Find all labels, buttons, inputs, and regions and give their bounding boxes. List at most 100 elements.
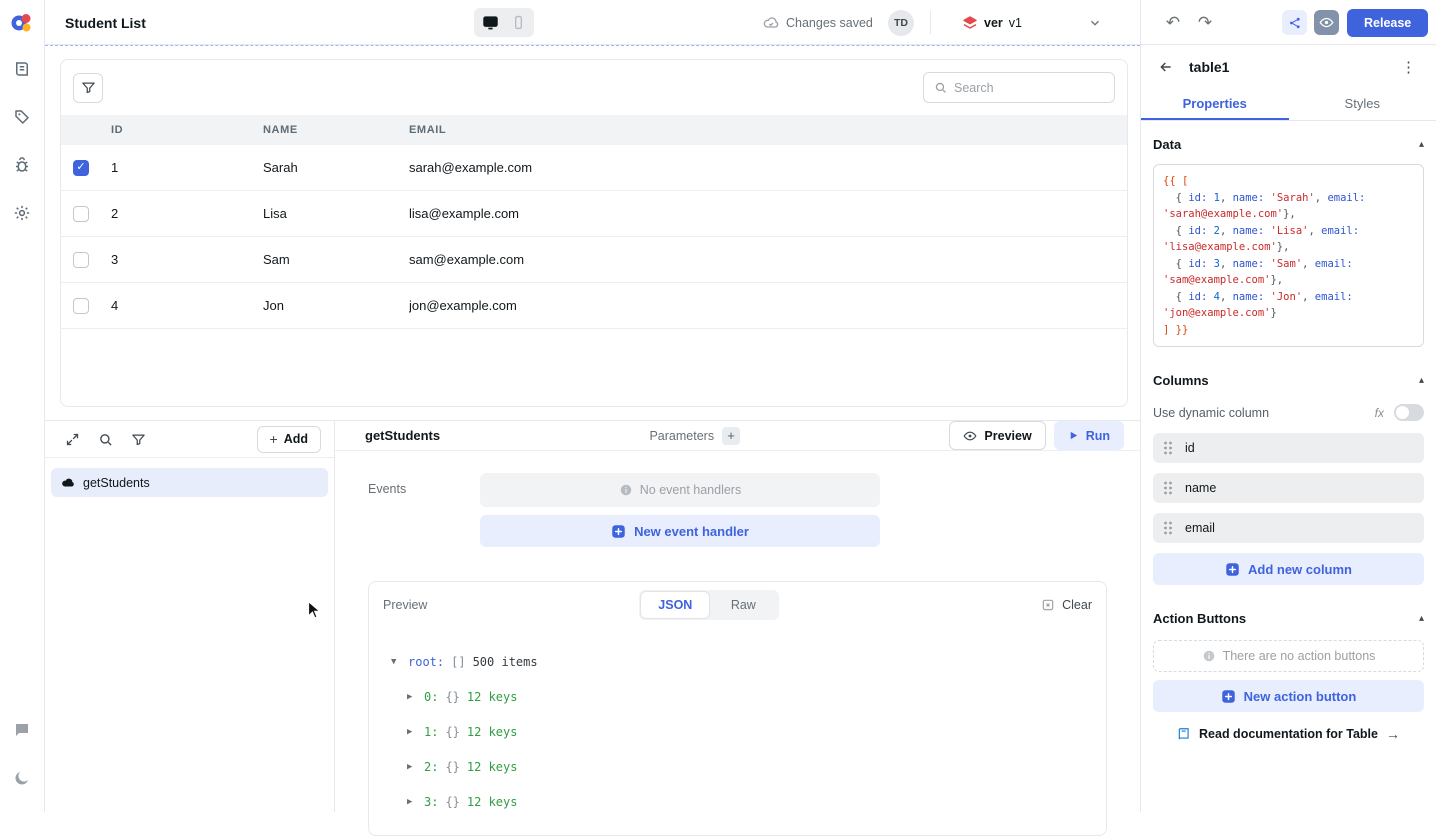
cell-id: 1 <box>111 160 263 175</box>
cell-name: Sam <box>263 252 409 267</box>
desktop-icon[interactable] <box>480 13 500 33</box>
column-item[interactable]: name <box>1153 473 1424 503</box>
version-selector[interactable]: ver v1 <box>962 0 1022 45</box>
data-section-header[interactable]: Data ▴ <box>1153 137 1424 152</box>
back-arrow-icon[interactable] <box>1155 56 1177 78</box>
table-widget[interactable]: ID NAME EMAIL ✓1Sarahsarah@example.com2L… <box>60 59 1128 407</box>
json-tree-node[interactable]: ▶2:{}12 keys <box>391 749 1084 784</box>
code-line: 'jon@example.com'} <box>1163 305 1414 322</box>
undo-icon[interactable]: ↶ <box>1160 0 1186 45</box>
code-token: name: <box>1233 225 1265 237</box>
share-button[interactable] <box>1282 10 1307 35</box>
debugger-bug-icon[interactable] <box>0 141 45 189</box>
column-item[interactable]: email <box>1153 513 1424 543</box>
table-body: ✓1Sarahsarah@example.com2Lisalisa@exampl… <box>61 145 1127 329</box>
query-search-icon[interactable] <box>98 432 113 447</box>
canvas-mode-toggle[interactable] <box>474 8 534 37</box>
json-tree-node[interactable]: ▶3:{}12 keys <box>391 784 1084 819</box>
cell-id: 4 <box>111 298 263 313</box>
column-header-email[interactable]: EMAIL <box>409 124 1115 136</box>
query-editor-header: getStudents Parameters + Preview Run <box>335 421 1140 451</box>
json-tree-node[interactable]: ▶1:{}12 keys <box>391 714 1084 749</box>
table-row[interactable]: 2Lisalisa@example.com <box>61 191 1127 237</box>
user-avatar[interactable]: TD <box>888 10 914 36</box>
code-line: { id: 2, name: 'Lisa', email: <box>1163 223 1414 240</box>
drag-handle-icon[interactable] <box>1163 441 1173 455</box>
json-tree-node[interactable]: ▶0:{}12 keys <box>391 679 1084 714</box>
tree-node-meta: 12 keys <box>467 795 518 809</box>
tab-styles[interactable]: Styles <box>1289 88 1436 120</box>
code-token: { <box>1163 291 1188 303</box>
row-checkbox[interactable] <box>73 206 89 222</box>
code-token: { <box>1163 258 1188 270</box>
pages-icon[interactable] <box>0 45 45 93</box>
add-new-column-button[interactable]: Add new column <box>1153 553 1424 585</box>
row-checkbox[interactable] <box>73 298 89 314</box>
fx-button[interactable]: fx <box>1375 406 1384 420</box>
app-preview-eye-button[interactable] <box>1314 10 1339 35</box>
settings-gear-icon[interactable] <box>0 189 45 237</box>
table-row[interactable]: 3Samsam@example.com <box>61 237 1127 283</box>
app-logo[interactable] <box>0 0 45 45</box>
code-line: {{ [ <box>1163 173 1414 190</box>
kebab-menu-icon[interactable]: ⋮ <box>1395 58 1422 76</box>
release-button[interactable]: Release <box>1347 9 1428 37</box>
clear-label: Clear <box>1062 598 1092 612</box>
code-line: ] }} <box>1163 322 1414 339</box>
table-row[interactable]: 4Jonjon@example.com <box>61 283 1127 329</box>
tree-children: ▶0:{}12 keys▶1:{}12 keys▶2:{}12 keys▶3:{… <box>391 679 1084 819</box>
columns-section-header[interactable]: Columns ▴ <box>1153 373 1424 388</box>
parameters-group: Parameters + <box>649 427 740 445</box>
redo-icon[interactable]: ↷ <box>1192 0 1218 45</box>
code-token: id: <box>1188 192 1207 204</box>
collapse-caret-icon: ▴ <box>1419 139 1424 150</box>
code-line: { id: 4, name: 'Jon', email: <box>1163 289 1414 306</box>
table-search[interactable] <box>923 72 1115 103</box>
documentation-link[interactable]: Read documentation for Table → <box>1153 726 1424 742</box>
query-preview-button[interactable]: Preview <box>949 421 1045 450</box>
data-code-editor[interactable]: {{ [ { id: 1, name: 'Sarah', email:'sara… <box>1153 164 1424 347</box>
expand-panel-icon[interactable] <box>65 432 80 447</box>
clear-button[interactable]: Clear <box>892 598 1092 612</box>
tab-json[interactable]: JSON <box>641 592 709 618</box>
tree-node-meta: 12 keys <box>467 690 518 704</box>
comments-icon[interactable] <box>0 706 45 754</box>
dark-mode-moon-icon[interactable] <box>0 754 45 802</box>
query-filter-icon[interactable] <box>131 432 146 447</box>
version-chevron-down-icon[interactable] <box>1088 0 1102 45</box>
column-header-name[interactable]: NAME <box>263 124 409 136</box>
row-checkbox[interactable] <box>73 252 89 268</box>
table-row[interactable]: ✓1Sarahsarah@example.com <box>61 145 1127 191</box>
widget-name[interactable]: table1 <box>1189 59 1229 75</box>
table-filter-button[interactable] <box>73 73 103 103</box>
preview-header: Preview JSON Raw Clear <box>369 582 1106 628</box>
add-parameter-button[interactable]: + <box>722 427 740 445</box>
drag-handle-icon[interactable] <box>1163 481 1173 495</box>
column-header-id[interactable]: ID <box>111 124 263 136</box>
code-token: 'Jon' <box>1271 291 1303 303</box>
drag-handle-icon[interactable] <box>1163 521 1173 535</box>
tab-raw[interactable]: Raw <box>709 592 777 618</box>
actions-section-header[interactable]: Action Buttons ▴ <box>1153 611 1424 626</box>
new-event-handler-button[interactable]: New event handler <box>480 515 880 547</box>
add-query-button[interactable]: + Add <box>257 426 322 453</box>
dynamic-column-toggle[interactable] <box>1394 404 1424 421</box>
new-action-button[interactable]: New action button <box>1153 680 1424 712</box>
query-list-item[interactable]: getStudents <box>51 468 328 497</box>
code-token: {{ [ <box>1163 175 1188 187</box>
inspector-tag-icon[interactable] <box>0 93 45 141</box>
version-prefix: ver <box>984 16 1003 30</box>
tree-node-key: 0: <box>424 690 438 704</box>
code-token: name: <box>1233 192 1265 204</box>
json-tree-root[interactable]: ▼ root: [] 500 items <box>391 644 1084 679</box>
table-search-input[interactable] <box>954 81 1104 95</box>
tab-properties[interactable]: Properties <box>1141 88 1289 120</box>
query-run-button[interactable]: Run <box>1054 421 1124 450</box>
code-token: 'lisa@example.com' <box>1163 241 1277 253</box>
tree-root-meta: 500 items <box>473 655 538 669</box>
row-checkbox[interactable]: ✓ <box>73 160 89 176</box>
mobile-icon[interactable] <box>508 13 528 33</box>
tree-root-type: [] <box>451 655 465 669</box>
code-token: }, <box>1270 274 1283 286</box>
column-item[interactable]: id <box>1153 433 1424 463</box>
